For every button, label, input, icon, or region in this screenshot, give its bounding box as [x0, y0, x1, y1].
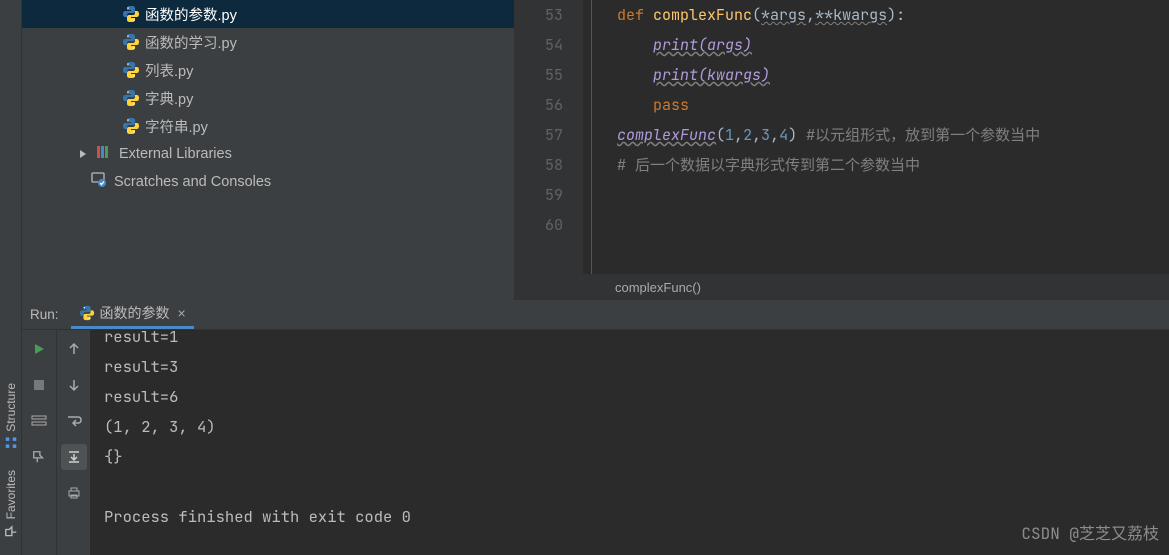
- tree-item-label: 函数的参数.py: [145, 4, 237, 25]
- run-tab-label: 函数的参数: [100, 303, 170, 323]
- soft-wrap-button[interactable]: [61, 408, 87, 434]
- console-line: (1, 2, 3, 4): [104, 412, 1169, 442]
- stop-button[interactable]: [26, 372, 52, 398]
- scroll-to-end-button[interactable]: [61, 444, 87, 470]
- close-icon[interactable]: ×: [178, 305, 186, 321]
- favorites-toolwindow-button[interactable]: Favorites: [4, 470, 18, 537]
- console-line: {}: [104, 442, 1169, 472]
- code-editor[interactable]: 53 54 55 56 57 58 59 60 def complexFunc(…: [515, 0, 1169, 300]
- rerun-button[interactable]: [26, 336, 52, 362]
- tree-item-file[interactable]: 列表.py: [22, 56, 514, 84]
- breadcrumb[interactable]: complexFunc(): [515, 274, 1169, 300]
- console-line: result=6: [104, 382, 1169, 412]
- tree-item-file[interactable]: 字典.py: [22, 84, 514, 112]
- run-tab[interactable]: 函数的参数 ×: [71, 301, 194, 329]
- python-file-icon: [122, 33, 140, 51]
- line-numbers: 53 54 55 56 57 58 59 60: [515, 0, 583, 274]
- code-content[interactable]: def complexFunc(*args,**kwargs): print(a…: [583, 0, 1169, 274]
- external-libraries[interactable]: External Libraries: [22, 140, 514, 168]
- favorites-label: Favorites: [4, 470, 18, 519]
- tree-item-label: Scratches and Consoles: [114, 174, 271, 190]
- console-line: result=1: [104, 330, 1169, 352]
- tree-item-label: 函数的学习.py: [145, 32, 237, 53]
- tree-item-label: 字典.py: [145, 88, 193, 109]
- breadcrumb-item: complexFunc(): [615, 280, 701, 295]
- structure-label: Structure: [4, 383, 18, 432]
- python-file-icon: [122, 89, 140, 107]
- tree-item-label: 字符串.py: [145, 116, 208, 137]
- console-line: [104, 472, 1169, 502]
- print-button[interactable]: [61, 480, 87, 506]
- up-button[interactable]: [61, 336, 87, 362]
- scratches-icon: [90, 171, 108, 193]
- library-icon: [95, 143, 113, 165]
- scratches-consoles[interactable]: Scratches and Consoles: [22, 168, 514, 196]
- tree-item-file[interactable]: 函数的学习.py: [22, 28, 514, 56]
- project-tree[interactable]: 函数的参数.py 函数的学习.py 列表.py 字典.py 字符串.py: [22, 0, 515, 300]
- python-file-icon: [122, 117, 140, 135]
- python-file-icon: [79, 305, 95, 321]
- console-line: Process finished with exit code 0: [104, 502, 1169, 532]
- down-button[interactable]: [61, 372, 87, 398]
- run-toolbar-secondary: [56, 330, 90, 555]
- tree-item-label: 列表.py: [145, 60, 193, 81]
- run-panel: Run: 函数的参数 × result=1: [22, 300, 1169, 555]
- python-file-icon: [122, 5, 140, 23]
- watermark: CSDN @芝芝又荔枝: [1021, 519, 1159, 549]
- console-output[interactable]: result=1 result=3 result=6 (1, 2, 3, 4) …: [90, 330, 1169, 555]
- tree-item-file[interactable]: 函数的参数.py: [22, 0, 514, 28]
- indent-guide: [591, 0, 592, 274]
- console-line: result=3: [104, 352, 1169, 382]
- tree-item-file[interactable]: 字符串.py: [22, 112, 514, 140]
- structure-icon: [4, 436, 18, 450]
- layout-button[interactable]: [26, 408, 52, 434]
- run-panel-label: Run:: [30, 307, 59, 322]
- pin-button[interactable]: [26, 444, 52, 470]
- run-toolbar-primary: [22, 330, 56, 555]
- pin-icon: [4, 523, 18, 537]
- chevron-right-icon: [77, 149, 89, 159]
- tree-item-label: External Libraries: [119, 146, 232, 162]
- structure-toolwindow-button[interactable]: Structure: [4, 383, 18, 450]
- tool-window-bar: Structure Favorites: [0, 0, 22, 555]
- python-file-icon: [122, 61, 140, 79]
